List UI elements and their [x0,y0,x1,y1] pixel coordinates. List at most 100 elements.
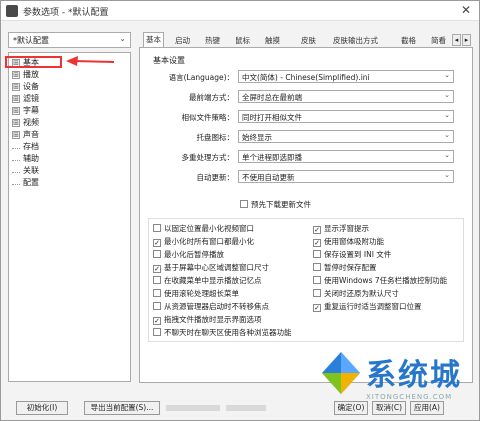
expand-icon: ⊞ [12,94,20,103]
option-checkbox[interactable]: ✓ 显示浮窗提示 [313,224,369,234]
setting-value: 单个进程即选即播 [242,153,302,162]
setting-label: 语言(Language)： [168,73,234,82]
expand-icon: ⊞ [12,70,20,79]
checkbox-label: 最小化后暂停播放 [164,250,224,259]
expand-icon: ⊞ [12,106,20,115]
tree-item[interactable]: 存档 [12,141,39,152]
tab-0[interactable]: 基本 [143,32,164,48]
section-title: 基本设置 [153,56,185,65]
checkbox-empty-icon [153,276,161,284]
setting-value: 始终显示 [242,133,272,142]
chevron-down-icon: ⌄ [444,171,450,179]
option-checkbox[interactable]: 以固定位置最小化视频窗口 [153,224,254,234]
option-checkbox[interactable]: 保存设置到 INI 文件 [313,250,391,260]
option-checkbox[interactable]: 使用滚轮处理超长菜单 [153,289,239,299]
setting-dropdown[interactable]: 中文(简体) - Chinese(Simplified).ini ⌄ [238,70,454,83]
setting-dropdown[interactable]: 全屏时总在最前端 ⌄ [238,90,454,103]
checkbox-label: 使用Windows 7任务栏播放控制功能 [324,276,448,285]
option-checkbox[interactable]: ✓ 最小化时所有窗口都最小化 [153,237,254,247]
option-checkbox[interactable]: ✓ 使用窗体吸附功能 [313,237,384,247]
tree-item-label: 播放 [23,70,39,79]
checkbox-empty-icon [153,250,161,258]
tree-item[interactable]: ⊞ 滤镜 [12,93,39,104]
tab-4[interactable]: 触摸 [263,34,282,48]
checkbox-empty-icon [313,289,321,297]
preset-value: *默认配置 [13,36,49,45]
expand-icon: ⊞ [12,82,20,91]
preload-update-checkbox[interactable]: 预先下载更新文件 [240,200,311,210]
setting-dropdown[interactable]: 始终显示 ⌄ [238,130,454,143]
option-checkbox[interactable]: ✓ 拖拽文件播放时显示界面选项 [153,315,262,325]
checkbox-empty-icon [153,302,161,310]
checkbox-label: 以固定位置最小化视频窗口 [164,224,254,233]
checkbox-label: 最小化时所有窗口都最小化 [164,237,254,246]
preset-dropdown[interactable]: *默认配置 ⌄ [8,32,131,48]
setting-dropdown[interactable]: 同时打开相似文件 ⌄ [238,110,454,123]
checkbox-label: 关闭时还原为默认尺寸 [324,289,399,298]
tree-item-label: 声音 [23,130,39,139]
watermark-logo-icon [322,352,360,394]
tab-7[interactable]: 截格 [399,34,418,48]
option-checkbox[interactable]: 不聊天时在聊天区使用各种浏览器功能 [153,328,292,338]
option-checkbox[interactable]: 最小化后暂停播放 [153,250,224,260]
chevron-down-icon: ⌄ [444,91,450,99]
checkbox-checked-icon: ✓ [313,304,321,312]
tree-item[interactable]: ⊞ 声音 [12,129,39,140]
tree-item[interactable]: ⊞ 视频 [12,117,39,128]
tree-item-label: 关联 [23,166,39,175]
tab-6[interactable]: 皮肤输出方式 [331,34,380,48]
tab-scroll-left-icon[interactable]: ◂ [452,34,461,46]
setting-dropdown[interactable]: 不使用自动更新 ⌄ [238,170,454,183]
checkbox-checked-icon: ✓ [153,317,161,325]
checkbox-label: 拖拽文件播放时显示界面选项 [164,315,262,324]
close-button[interactable]: ✕ [461,3,471,17]
option-checkbox[interactable]: 暂停时保存配置 [313,263,377,273]
checkbox-empty-icon [313,276,321,284]
setting-label: 托盘图标： [196,133,235,142]
option-checkbox[interactable]: ✓ 重复运行时适当调整窗口位置 [313,302,422,312]
checkbox-checked-icon: ✓ [313,239,321,247]
tree-item[interactable]: 配置 [12,177,39,188]
tree-item-label: 滤镜 [23,94,39,103]
expand-icon: ⊞ [12,130,20,139]
option-checkbox[interactable]: 在收藏菜单中显示播放记忆点 [153,276,262,286]
expand-icon: ⊞ [12,118,20,127]
tree-item[interactable]: 辅助 [12,153,39,164]
tree-item[interactable]: ⊞ 播放 [12,69,39,80]
checkbox-empty-icon [313,250,321,258]
setting-label: 最前端方式： [189,93,234,102]
tab-1[interactable]: 启动 [173,34,192,48]
checkbox-label: 不聊天时在聊天区使用各种浏览器功能 [164,328,292,337]
option-checkbox[interactable]: 关闭时还原为默认尺寸 [313,289,399,299]
tree-item-label: 设备 [23,82,39,91]
tab-scroll-right-icon[interactable]: ▸ [462,34,471,46]
init-button[interactable]: 初始化(I) [16,401,68,415]
checkbox-label: 使用滚轮处理超长菜单 [164,289,239,298]
checkbox-empty-icon [153,289,161,297]
blurred-area [226,405,266,411]
tree-item[interactable]: 关联 [12,165,39,176]
tab-5[interactable]: 皮肤 [299,34,318,48]
red-arrow-annotation-icon [66,56,115,66]
tab-8[interactable]: 简看 [429,34,448,48]
checkbox-checked-icon: ✓ [153,265,161,273]
watermark: 系统城 XITONGCHENG.COM [318,346,478,404]
setting-dropdown[interactable]: 单个进程即选即播 ⌄ [238,150,454,163]
option-checkbox[interactable]: 从资源管理器启动时不转移焦点 [153,302,269,312]
setting-value: 不使用自动更新 [242,173,295,182]
chevron-down-icon: ⌄ [444,71,450,79]
tree-item[interactable]: ⊞ 字幕 [12,105,39,116]
tree-item[interactable]: ⊞ 设备 [12,81,39,92]
title-bar: 参数选项 - *默认配置 ✕ [1,1,479,21]
tree-item-label: 字幕 [23,106,39,115]
tree-connector-icon [12,144,20,149]
tab-2[interactable]: 热键 [203,34,222,48]
tree-item-label: 配置 [23,178,39,187]
tree-item-label: 辅助 [23,154,39,163]
checkbox-label: 保存设置到 INI 文件 [324,250,392,259]
option-checkbox[interactable]: ✓ 基于屏幕中心区域调整窗口尺寸 [153,263,269,273]
window-title: 参数选项 - *默认配置 [23,8,109,18]
tab-3[interactable]: 鼠标 [233,34,252,48]
option-checkbox[interactable]: 使用Windows 7任务栏播放控制功能 [313,276,447,286]
export-config-button[interactable]: 导出当前配置(S)... [84,401,160,415]
